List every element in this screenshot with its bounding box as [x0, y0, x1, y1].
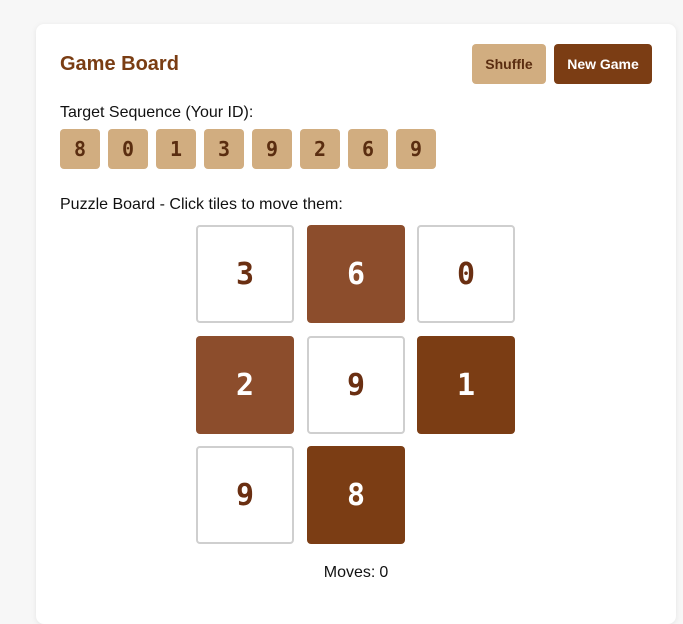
header-actions: Shuffle New Game	[472, 44, 652, 84]
moves-counter: Moves: 0	[196, 564, 516, 582]
page-title: Game Board	[60, 52, 179, 75]
target-digit: 9	[252, 129, 292, 169]
target-sequence: 8 0 1 3 9 2 6 9	[60, 129, 436, 169]
target-digit: 9	[396, 129, 436, 169]
puzzle-tile[interactable]: 6	[307, 225, 405, 323]
puzzle-tile[interactable]: 1	[417, 336, 515, 434]
shuffle-button[interactable]: Shuffle	[472, 44, 546, 84]
target-digit: 1	[156, 129, 196, 169]
empty-slot	[417, 446, 515, 544]
target-digit: 0	[108, 129, 148, 169]
puzzle-board: 3 6 0 2 9 1 9 8	[196, 225, 516, 545]
puzzle-tile[interactable]: 3	[196, 225, 294, 323]
puzzle-tile[interactable]: 8	[307, 446, 405, 544]
game-header: Game Board Shuffle New Game	[60, 44, 652, 84]
puzzle-tile[interactable]: 9	[196, 446, 294, 544]
moves-value: 0	[379, 564, 389, 581]
target-digit: 2	[300, 129, 340, 169]
moves-label: Moves:	[323, 564, 376, 581]
puzzle-board-label: Puzzle Board - Click tiles to move them:	[60, 196, 343, 213]
target-sequence-label: Target Sequence (Your ID):	[60, 104, 254, 121]
target-digit: 6	[348, 129, 388, 169]
puzzle-tile[interactable]: 2	[196, 336, 294, 434]
target-digit: 3	[204, 129, 244, 169]
puzzle-tile[interactable]: 0	[417, 225, 515, 323]
game-panel: Game Board Shuffle New Game Target Seque…	[36, 24, 676, 624]
target-digit: 8	[60, 129, 100, 169]
puzzle-tile[interactable]: 9	[307, 336, 405, 434]
new-game-button[interactable]: New Game	[554, 44, 652, 84]
